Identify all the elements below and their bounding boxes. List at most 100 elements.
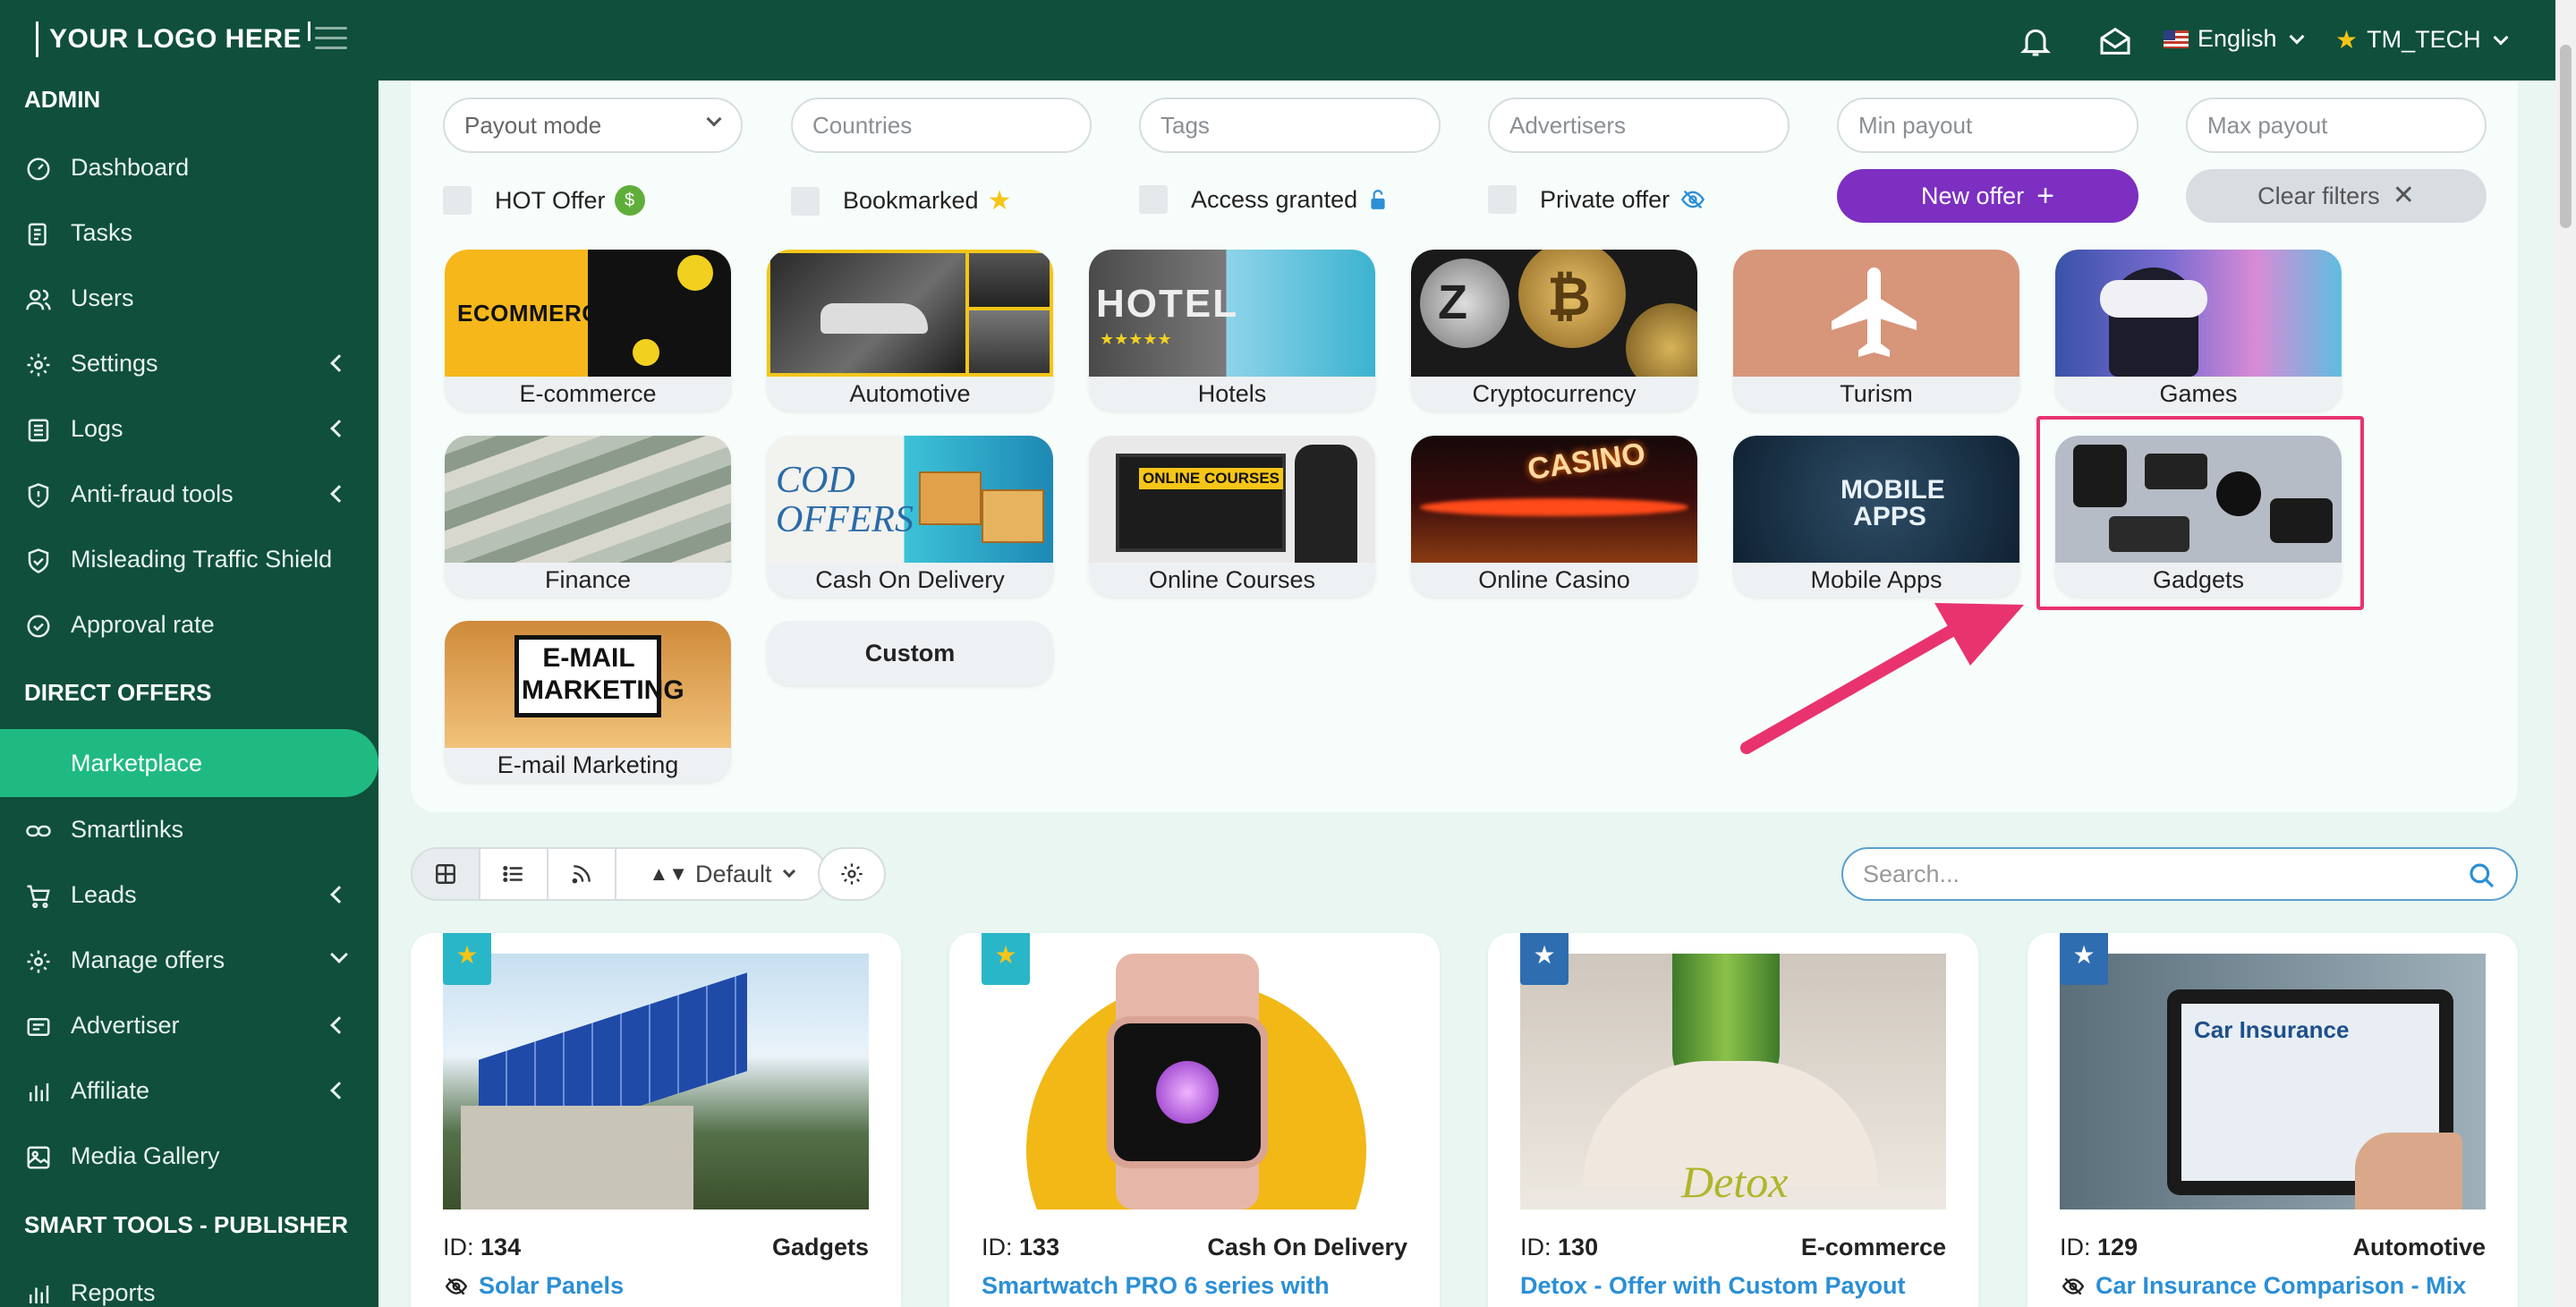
view-settings-button[interactable]	[818, 847, 886, 901]
category-tile-mobile-apps[interactable]: MOBILE APPS Mobile Apps	[1733, 436, 2019, 597]
category-label: Turism	[1840, 380, 1913, 407]
tags-input[interactable]: Tags	[1139, 98, 1441, 153]
category-tile-games[interactable]: Games	[2055, 250, 2342, 411]
category-label: Cash On Delivery	[815, 566, 1005, 593]
sidebar-item-anti-fraud[interactable]: Anti-fraud tools	[0, 463, 378, 525]
sidebar-item-smartlinks[interactable]: Smartlinks	[0, 798, 378, 861]
sidebar-item-marketplace[interactable]: Marketplace	[0, 729, 378, 797]
dashboard-icon	[27, 157, 50, 181]
category-tile-online-casino[interactable]: CASINO Online Casino	[1411, 436, 1697, 597]
chevron-left-icon	[330, 886, 348, 904]
offer-id: ID: 133	[982, 1234, 1059, 1261]
bookmark-star-badge[interactable]: ★	[2060, 933, 2108, 985]
sidebar-item-media-gallery[interactable]: Media Gallery	[0, 1125, 378, 1187]
sort-arrows-icon: ▲▼	[649, 862, 688, 885]
us-flag-icon	[2164, 30, 2189, 48]
offer-id-value: 133	[1019, 1234, 1060, 1260]
private-offer-checkbox[interactable]: Private offer	[1488, 185, 1707, 214]
bell-icon[interactable]	[2018, 23, 2053, 59]
search-input[interactable]: Search...	[1841, 847, 2518, 901]
offer-title[interactable]: Solar Panels	[443, 1272, 624, 1300]
category-tile-ecommerce[interactable]: ECOMMERCE OFFERS E-commerce	[445, 250, 731, 411]
checkbox[interactable]	[791, 186, 820, 216]
chevron-left-icon	[330, 1082, 348, 1099]
shield-icon	[28, 483, 49, 508]
sidebar-item-settings[interactable]: Settings	[0, 332, 378, 395]
feed-view-button[interactable]	[548, 849, 616, 899]
sidebar-item-approval-rate[interactable]: Approval rate	[0, 593, 378, 656]
clear-filters-button[interactable]: Clear filters ✕	[2186, 169, 2487, 223]
bookmark-star-badge[interactable]: ★	[443, 933, 491, 985]
sidebar-item-misleading-traffic[interactable]: Misleading Traffic Shield	[0, 528, 378, 590]
offer-card[interactable]: ★ ID: 134 Gadgets Solar Panels	[411, 933, 901, 1307]
search-icon[interactable]	[2468, 861, 2496, 890]
category-tile-finance[interactable]: Finance	[445, 436, 731, 597]
category-image: COD OFFERS	[767, 436, 1053, 563]
sidebar-item-logs[interactable]: Logs	[0, 397, 378, 460]
sidebar-item-label: Dashboard	[71, 153, 190, 181]
category-image: CASINO	[1411, 436, 1697, 563]
grid-view-button[interactable]	[412, 849, 480, 899]
category-tile-hotels[interactable]: HOTEL ★★★★★ Hotels	[1089, 250, 1375, 411]
access-granted-checkbox[interactable]: Access granted	[1139, 185, 1390, 214]
scrollbar-thumb[interactable]	[2560, 45, 2572, 228]
chevron-left-icon	[330, 354, 348, 372]
checkbox[interactable]	[1139, 185, 1168, 214]
category-tile-cryptocurrency[interactable]: Z ₿ Cryptocurrency	[1411, 250, 1697, 411]
link-icon	[26, 825, 51, 837]
offer-card[interactable]: ★ ID: 133 Cash On Delivery Smartwatch PR…	[949, 933, 1440, 1307]
bookmark-star-badge[interactable]: ★	[982, 933, 1030, 985]
sidebar-item-reports[interactable]: Reports	[0, 1261, 378, 1307]
hot-offer-checkbox[interactable]: HOT Offer $	[443, 185, 645, 216]
sidebar-item-tasks[interactable]: Tasks	[0, 201, 378, 264]
sidebar-item-users[interactable]: Users	[0, 267, 378, 329]
category-tile-online-courses[interactable]: ONLINE COURSES Online Courses	[1089, 436, 1375, 597]
clear-filters-label: Clear filters	[2257, 182, 2380, 209]
category-label: Automotive	[849, 380, 971, 407]
sidebar-item-manage-offers[interactable]: Manage offers	[0, 929, 378, 991]
offer-card[interactable]: Detox ★ ID: 130 E-commerce Detox - Offer…	[1488, 933, 1978, 1307]
envelope-icon[interactable]	[2097, 23, 2133, 59]
max-payout-input[interactable]: Max payout	[2186, 98, 2487, 153]
menu-icon[interactable]	[315, 27, 347, 52]
category-image	[445, 436, 731, 563]
sidebar-item-advertiser[interactable]: Advertiser	[0, 994, 378, 1057]
sidebar-item-leads[interactable]: Leads	[0, 863, 378, 926]
chevron-left-icon	[330, 485, 348, 503]
offer-title[interactable]: Car Insurance Comparison - Mix	[2060, 1272, 2466, 1300]
category-image-text: CASINO	[1525, 436, 1648, 488]
language-select[interactable]: English	[2164, 25, 2305, 53]
category-tile-email-marketing[interactable]: E-MAIL MARKETING E-mail Marketing	[445, 621, 731, 782]
category-image-text: COD OFFERS	[776, 460, 914, 540]
checkbox[interactable]	[1488, 185, 1517, 214]
category-tile-turism[interactable]: Turism	[1733, 250, 2019, 411]
page-scrollbar[interactable]	[2555, 0, 2576, 1307]
bookmark-star-badge[interactable]: ★	[1520, 933, 1569, 985]
new-offer-button[interactable]: New offer +	[1837, 169, 2138, 223]
list-view-button[interactable]	[480, 849, 548, 899]
sidebar-item-affiliate[interactable]: Affiliate	[0, 1059, 378, 1122]
category-tile-cash-on-delivery[interactable]: COD OFFERS Cash On Delivery	[767, 436, 1053, 597]
payout-mode-select[interactable]: Payout mode	[443, 98, 743, 153]
user-menu[interactable]: ★ TM_TECH	[2335, 25, 2509, 55]
sidebar-item-label: Users	[71, 284, 134, 311]
logo[interactable]: YOUR LOGO HERE	[36, 21, 311, 57]
category-image-text: MOBILE APPS	[1841, 475, 1945, 531]
offer-title-text: Detox - Offer with Custom Payout	[1520, 1272, 1906, 1299]
min-payout-input[interactable]: Min payout	[1837, 98, 2138, 153]
offer-title[interactable]: Detox - Offer with Custom Payout	[1520, 1272, 1906, 1300]
eye-slash-icon	[2062, 1277, 2085, 1295]
countries-input[interactable]: Countries	[791, 98, 1092, 153]
category-image-text: HOTEL	[1096, 282, 1239, 326]
offer-card[interactable]: Car Insurance ★ ID: 129 Automotive Car I…	[2028, 933, 2518, 1307]
offer-id-label: ID:	[2060, 1234, 2091, 1260]
sidebar-item-dashboard[interactable]: Dashboard	[0, 136, 378, 199]
category-tile-custom[interactable]: Custom	[767, 621, 1053, 685]
checkbox[interactable]	[443, 186, 472, 215]
advertisers-input[interactable]: Advertisers	[1488, 98, 1790, 153]
category-tile-automotive[interactable]: Automotive	[767, 250, 1053, 411]
sort-select[interactable]: ▲▼ Default	[616, 849, 826, 899]
bookmarked-checkbox[interactable]: Bookmarked ★	[791, 185, 1011, 216]
offer-title[interactable]: Smartwatch PRO 6 series with	[982, 1272, 1330, 1300]
category-label: Games	[2159, 380, 2238, 407]
